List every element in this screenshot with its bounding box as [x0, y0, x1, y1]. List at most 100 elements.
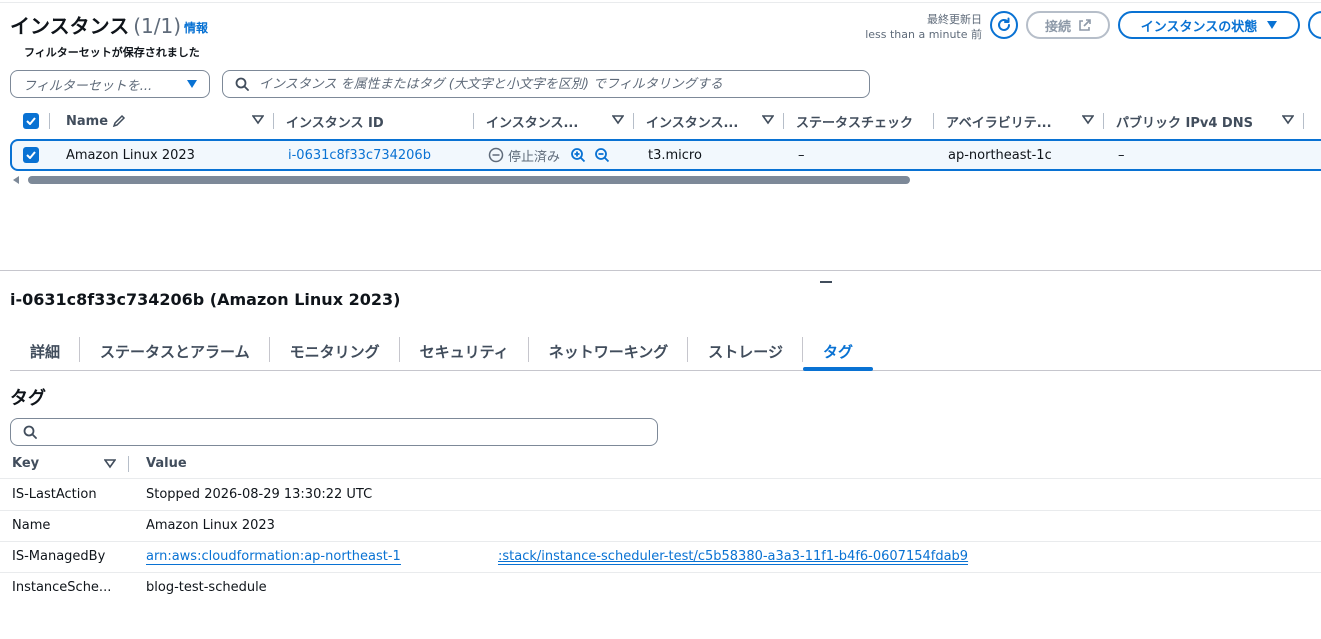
edit-icon: [112, 114, 126, 128]
sort-icon: [1082, 115, 1094, 125]
tag-value: blog-test-schedule: [146, 580, 267, 595]
tag-key: IS-ManagedBy: [12, 549, 106, 564]
column-divider: [128, 456, 129, 472]
page-title: インスタンス (1/1): [10, 10, 181, 39]
check-icon: [26, 117, 36, 125]
tab-monitoring[interactable]: モニタリング: [270, 332, 400, 370]
last-updated-value: less than a minute 前: [865, 28, 982, 41]
col-name-label: Name: [66, 113, 109, 129]
splitter-handle[interactable]: [820, 281, 832, 283]
search-icon: [235, 77, 249, 91]
cell-instance-id: i-0631c8f33c734206b: [276, 148, 476, 163]
tag-value: Stopped 2026-08-29 13:30:22 UTC: [146, 487, 373, 502]
col-status-check[interactable]: ステータスチェック: [784, 106, 934, 136]
saved-filter-set-placeholder: フィルターセットを...: [23, 78, 153, 94]
col-instance-id[interactable]: インスタンス ID: [274, 106, 474, 136]
tab-status-alarms[interactable]: ステータスとアラーム: [80, 332, 270, 370]
external-link-icon: [1079, 19, 1091, 31]
col-public-dns[interactable]: パブリック IPv4 DNS: [1104, 106, 1304, 136]
instance-count: (1/1): [133, 14, 181, 38]
tag-value: Amazon Linux 2023: [146, 518, 275, 533]
col-instance-state-label: インスタンス...: [486, 115, 579, 131]
connect-button[interactable]: 接続: [1026, 11, 1110, 39]
select-all-cell[interactable]: [10, 106, 50, 136]
tag-row: IS-LastAction Stopped 2026-08-29 13:30:2…: [0, 480, 1321, 511]
zoom-out-icon[interactable]: [594, 147, 610, 163]
caret-down-icon: [1267, 21, 1278, 29]
col-name[interactable]: Name: [50, 106, 274, 136]
col-instance-type[interactable]: インスタンス...: [634, 106, 784, 136]
zoom-in-icon[interactable]: [570, 147, 586, 163]
tab-security[interactable]: セキュリティ: [400, 332, 529, 370]
col-instance-state[interactable]: インスタンス...: [474, 106, 634, 136]
select-all-checkbox[interactable]: [23, 113, 39, 129]
instances-table-header: Name インスタンス ID インスタンス... インスタンス... ステータス…: [10, 106, 1321, 136]
tags-table-header: Key Value: [0, 450, 1321, 479]
sort-icon: [762, 115, 774, 125]
saved-filter-set-label: フィルターセットが保存されました: [24, 46, 200, 59]
cell-availability-zone: ap-northeast-1c: [948, 147, 1052, 163]
tab-networking[interactable]: ネットワーキング: [529, 332, 689, 370]
instance-id-link[interactable]: i-0631c8f33c734206b: [288, 148, 431, 163]
scroll-left-arrow[interactable]: [13, 176, 19, 184]
tab-tags[interactable]: タグ: [802, 332, 873, 371]
cell-status-check: –: [798, 147, 805, 163]
tag-key: Name: [12, 518, 51, 533]
panel-splitter[interactable]: [0, 270, 1321, 271]
details-title: i-0631c8f33c734206b (Amazon Linux 2023): [10, 290, 401, 309]
col-value: Value: [146, 456, 187, 471]
tag-search[interactable]: [10, 418, 658, 446]
tag-row: IS-ManagedBy arn:aws:cloudformation:ap-n…: [0, 542, 1321, 573]
refresh-button[interactable]: [990, 11, 1018, 39]
col-public-dns-label: パブリック IPv4 DNS: [1116, 115, 1253, 131]
tag-value: arn:aws:cloudformation:ap-northeast-1: [146, 549, 401, 565]
arn-link-continued[interactable]: :stack/instance-scheduler-test/c5b58380-…: [498, 549, 969, 565]
connect-label: 接続: [1044, 19, 1071, 35]
arn-link[interactable]: arn:aws:cloudformation:ap-northeast-1: [146, 549, 401, 565]
info-link[interactable]: 情報: [184, 19, 208, 36]
tag-key: InstanceSche...: [12, 580, 112, 595]
caret-down-icon: [187, 80, 197, 88]
col-availability-zone[interactable]: アベイラビリテ...: [934, 106, 1104, 136]
col-instance-id-label: インスタンス ID: [286, 115, 384, 131]
row-select-cell[interactable]: [12, 147, 52, 163]
instance-search[interactable]: [222, 70, 870, 98]
horizontal-scrollbar[interactable]: [28, 176, 910, 184]
details-tabs: 詳細 ステータスとアラーム モニタリング セキュリティ ネットワーキング ストレ…: [10, 332, 1321, 371]
tab-details[interactable]: 詳細: [10, 332, 81, 370]
last-updated-label: 最終更新日: [927, 13, 982, 26]
tag-row: InstanceSche... blog-test-schedule: [0, 573, 1321, 604]
col-instance-type-label: インスタンス...: [646, 115, 739, 131]
col-status-check-label: ステータスチェック: [796, 115, 914, 131]
sort-icon: [612, 115, 624, 125]
page-title-text: インスタンス: [10, 14, 130, 38]
check-icon: [26, 151, 36, 159]
tag-key: IS-LastAction: [12, 487, 97, 502]
cell-instance-state: 停止済み: [476, 146, 636, 165]
instance-search-input[interactable]: [259, 76, 869, 92]
last-updated: 最終更新日 less than a minute 前: [865, 12, 982, 42]
row-checkbox[interactable]: [23, 147, 39, 163]
sort-icon[interactable]: [104, 458, 116, 470]
col-availability-zone-label: アベイラビリテ...: [946, 115, 1052, 131]
instance-state-button[interactable]: インスタンスの状態: [1118, 11, 1300, 39]
sort-icon: [252, 115, 264, 125]
instance-state-text: 停止済み: [508, 149, 561, 165]
cell-public-dns: –: [1118, 147, 1125, 163]
table-row[interactable]: Amazon Linux 2023 i-0631c8f33c734206b 停止…: [10, 139, 1321, 171]
stopped-icon: [488, 147, 504, 163]
search-icon: [23, 425, 37, 439]
actions-button[interactable]: [1308, 11, 1321, 39]
tag-row: Name Amazon Linux 2023: [0, 511, 1321, 542]
cell-name: Amazon Linux 2023: [66, 147, 195, 163]
refresh-icon: [998, 17, 1010, 31]
instance-state-label: インスタンスの状態: [1140, 19, 1258, 35]
tag-search-input[interactable]: [47, 424, 657, 440]
col-key[interactable]: Key: [12, 456, 39, 471]
saved-filter-set-select[interactable]: フィルターセットを...: [10, 70, 210, 98]
top-divider: [0, 2, 1321, 3]
tab-storage[interactable]: ストレージ: [688, 332, 803, 370]
sort-icon: [1282, 115, 1294, 125]
tags-title: タグ: [10, 388, 46, 409]
cell-instance-type: t3.micro: [648, 147, 702, 163]
